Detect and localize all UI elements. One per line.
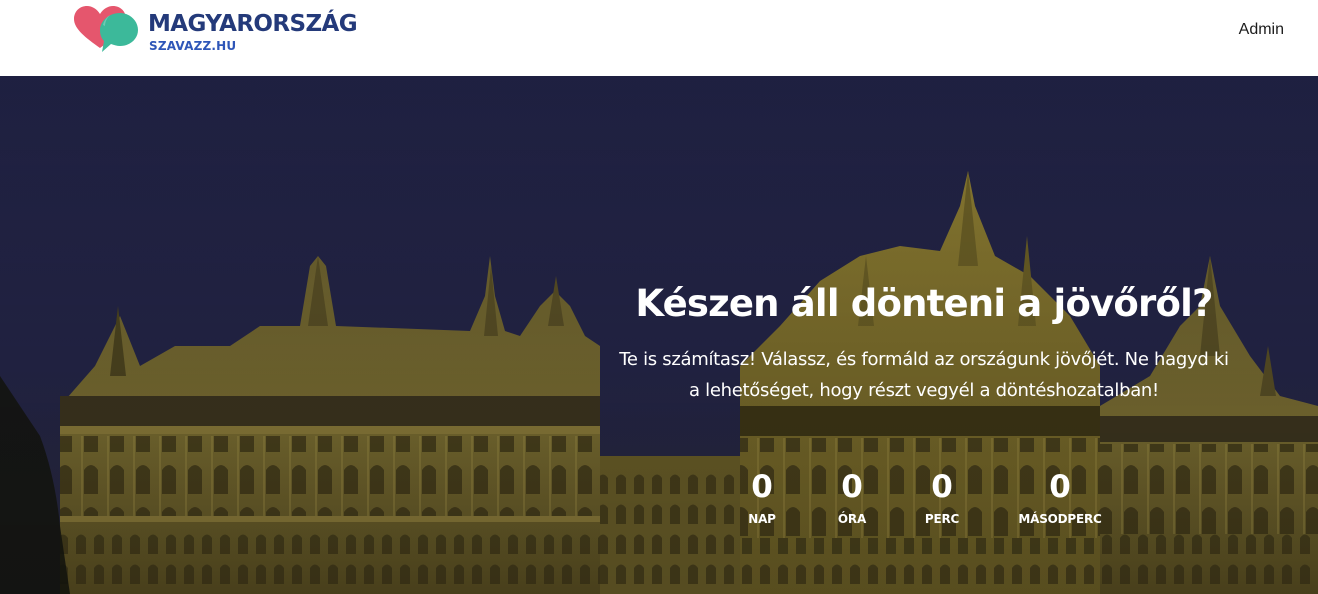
countdown-hours: 0 ÓRA	[826, 470, 878, 526]
countdown-minutes-value: 0	[931, 469, 953, 505]
nav-link-admin[interactable]: Admin	[1239, 21, 1284, 39]
countdown-days-label: NAP	[748, 512, 776, 526]
hero-section: Készen áll dönteni a jövőről? Te is szám…	[0, 76, 1318, 594]
countdown-minutes-label: PERC	[924, 512, 960, 526]
logo-title: MAGYARORSZÁG	[148, 11, 358, 37]
heart-bubble-logo-icon	[74, 6, 138, 52]
hero-description: Te is számítasz! Válassz, és formáld az …	[619, 349, 1229, 401]
countdown-seconds-value: 0	[1049, 469, 1071, 505]
hero-content: Készen áll dönteni a jövőről? Te is szám…	[604, 282, 1244, 526]
countdown-seconds: 0 MÁSODPERC	[1010, 470, 1110, 526]
countdown-minutes: 0 PERC	[914, 470, 970, 526]
site-logo[interactable]: MAGYARORSZÁG SZAVAZZ.HU	[72, 4, 392, 56]
countdown-seconds-label: MÁSODPERC	[1018, 512, 1102, 526]
hero-title: Készen áll dönteni a jövőről?	[635, 282, 1213, 325]
logo-subtitle: SZAVAZZ.HU	[149, 39, 237, 53]
countdown-timer: 0 NAP 0 ÓRA 0 PERC 0 MÁSODPERC	[604, 470, 1244, 540]
countdown-days-value: 0	[751, 469, 773, 505]
countdown-hours-value: 0	[841, 469, 863, 505]
top-navbar: MAGYARORSZÁG SZAVAZZ.HU Admin	[0, 0, 1318, 76]
countdown-hours-label: ÓRA	[837, 512, 867, 526]
countdown-days: 0 NAP	[736, 470, 788, 526]
